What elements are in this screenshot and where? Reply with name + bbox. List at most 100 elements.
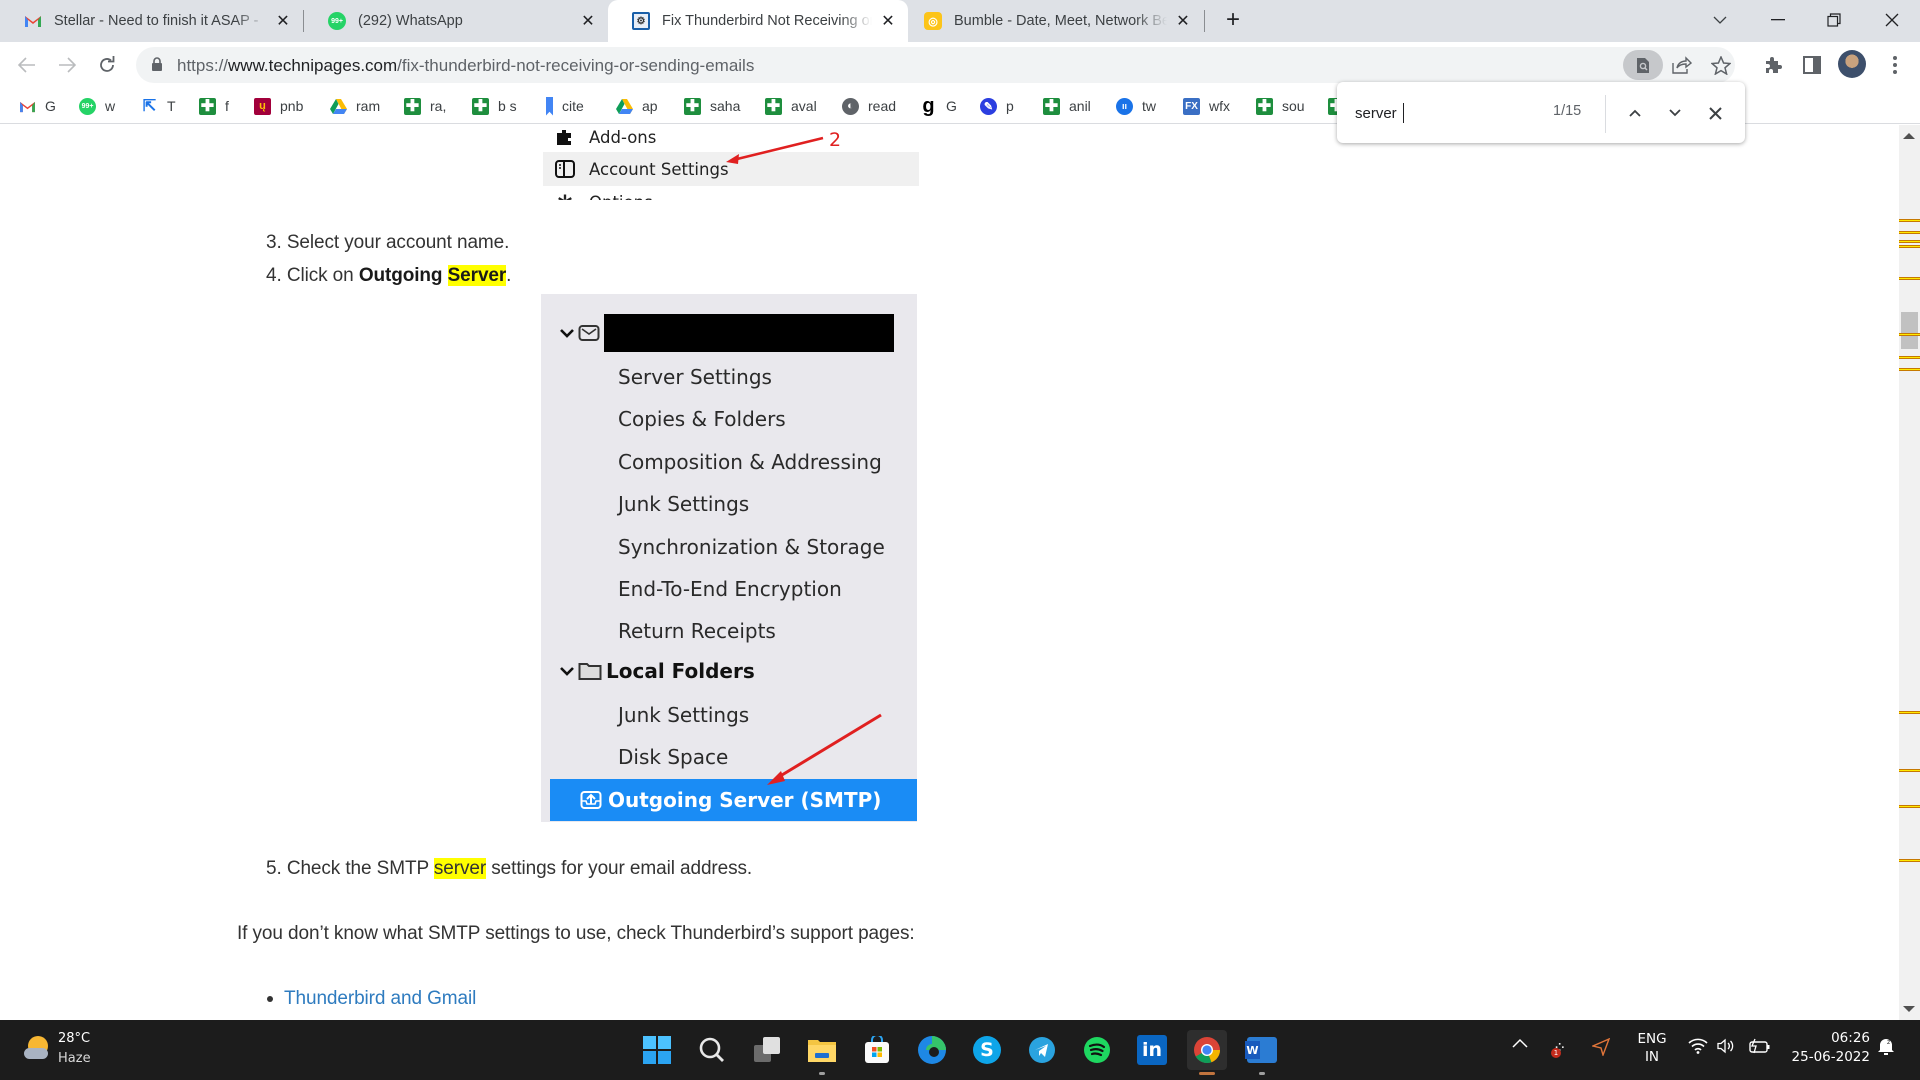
notification-bell-icon[interactable]: z [1877, 1036, 1895, 1056]
tab-title: (292) WhatsApp [358, 13, 463, 29]
language-indicator[interactable]: ENG IN [1637, 1031, 1667, 1065]
active-indicator [1199, 1072, 1215, 1075]
page-content: Add-ons Account Settings ✲ Options 2 3. … [0, 125, 1899, 1020]
bookmark-item[interactable]: ✚ b s [472, 96, 517, 116]
whatsapp-icon: 99+ [328, 12, 346, 30]
volume-icon[interactable] [1717, 1038, 1737, 1054]
minimize-button[interactable] [1750, 0, 1806, 40]
linkedin-icon[interactable]: in [1132, 1030, 1172, 1070]
link-thunderbird-gmail[interactable]: Thunderbird and Gmail [284, 988, 476, 1009]
gmail-icon [24, 12, 42, 30]
weather-icon[interactable] [24, 1036, 50, 1062]
bookmark-item[interactable]: ram [330, 96, 380, 116]
tab-title: Fix Thunderbird Not Receiving or [662, 13, 872, 29]
bookmark-item[interactable]: G [19, 96, 56, 116]
step-3: 3. Select your account name. [266, 232, 510, 253]
bookmark-star-icon[interactable] [1706, 50, 1736, 80]
chrome-icon[interactable] [1187, 1030, 1227, 1075]
annotation-number: 2 [829, 129, 842, 151]
wifi-icon[interactable] [1688, 1038, 1708, 1054]
bookmark-item[interactable]: ◐ read [842, 96, 896, 116]
find-result-marker [1899, 805, 1920, 808]
skype-icon[interactable]: S [967, 1030, 1007, 1070]
bookmark-item[interactable]: ✚ anil [1043, 96, 1091, 116]
find-result-marker [1899, 769, 1920, 772]
running-indicator [1259, 1072, 1265, 1075]
sheets-icon: ✚ [1043, 97, 1060, 115]
restore-button[interactable] [1806, 0, 1862, 40]
sheets-icon: ✚ [1256, 97, 1273, 115]
word-icon[interactable]: W [1242, 1030, 1282, 1075]
bookmark-item[interactable]: ✚ aval [765, 96, 817, 116]
tab-technipages[interactable]: ⚙ Fix Thunderbird Not Receiving or ✕ [608, 0, 908, 42]
bookmark-item[interactable]: ıı tw [1116, 96, 1156, 116]
pnb-icon: ų [254, 97, 271, 115]
tab-title: Bumble - Date, Meet, Network Be [954, 13, 1167, 29]
edge-icon[interactable] [912, 1030, 952, 1070]
show-hidden-icons[interactable] [1512, 1038, 1528, 1048]
forward-button[interactable] [50, 48, 84, 82]
bookmark-item[interactable]: ✚ f [199, 96, 229, 116]
url-text[interactable]: https://www.technipages.com/fix-thunderb… [177, 56, 754, 76]
clock[interactable]: 06:26 25-06-2022 [1786, 1030, 1870, 1065]
dropbox-icon[interactable]: ⁘ 1 [1551, 1038, 1566, 1058]
spotify-icon[interactable] [1077, 1030, 1117, 1070]
scroll-down-arrow[interactable] [1903, 1006, 1915, 1012]
scroll-thumb[interactable] [1901, 312, 1918, 349]
find-input[interactable] [1355, 101, 1535, 125]
task-view-icon[interactable] [747, 1030, 787, 1070]
support-link-item: Thunderbird and Gmail [267, 988, 476, 1010]
close-tab-icon[interactable]: ✕ [1173, 11, 1193, 31]
bookmark-item[interactable]: ap [616, 96, 658, 116]
telegram-icon[interactable] [1022, 1030, 1062, 1070]
grammarly-g-icon: g [922, 94, 935, 117]
bookmark-item[interactable]: 99+ w [79, 96, 115, 116]
bookmark-item[interactable]: ✚ ra, [404, 96, 446, 116]
close-window-button[interactable] [1864, 0, 1920, 40]
close-tab-icon[interactable]: ✕ [273, 11, 293, 31]
tab-search-button[interactable] [1692, 0, 1748, 40]
tab-bumble[interactable]: ◎ Bumble - Date, Meet, Network Be ✕ [900, 0, 1203, 42]
find-result-marker [1899, 356, 1920, 359]
scroll-up-arrow[interactable] [1903, 133, 1915, 139]
find-in-page-icon[interactable] [1623, 50, 1663, 80]
tab-whatsapp[interactable]: 99+ (292) WhatsApp ✕ [304, 0, 608, 42]
tab-gmail[interactable]: Stellar - Need to finish it ASAP - ✕ [0, 0, 303, 42]
bookmark-item[interactable]: gG [920, 94, 957, 117]
find-next-button[interactable] [1661, 99, 1689, 127]
find-previous-button[interactable] [1621, 99, 1649, 127]
new-tab-button[interactable]: + [1205, 0, 1261, 40]
file-explorer-icon[interactable] [802, 1030, 842, 1075]
bookmark-item[interactable]: ⇱ T [141, 96, 176, 116]
bookmark-item[interactable]: FX wfx [1183, 96, 1230, 116]
menu-icon[interactable] [1884, 54, 1906, 76]
side-panel-icon[interactable] [1801, 54, 1823, 76]
close-tab-icon[interactable]: ✕ [578, 11, 598, 31]
annotation-arrow [767, 713, 882, 785]
technipages-icon: ⚙ [632, 12, 650, 30]
search-icon[interactable] [692, 1030, 732, 1070]
start-icon[interactable] [637, 1030, 677, 1070]
bookmark-item[interactable]: ų pnb [254, 96, 303, 116]
battery-icon[interactable] [1749, 1038, 1771, 1054]
store-icon[interactable] [857, 1030, 897, 1070]
bookmark-item[interactable]: ✚ saha [684, 96, 740, 116]
bookmark-item[interactable]: ✎ p [980, 96, 1014, 116]
reload-button[interactable] [90, 48, 124, 82]
address-bar[interactable]: https://www.technipages.com/fix-thunderb… [136, 47, 1735, 83]
vertical-scrollbar[interactable] [1899, 125, 1920, 1020]
support-paragraph: If you don’t know what SMTP settings to … [237, 923, 915, 944]
tab-title: Stellar - Need to finish it ASAP - [54, 13, 259, 29]
extensions-icon[interactable] [1762, 54, 1784, 76]
sheets-icon: ✚ [684, 97, 701, 115]
find-close-button[interactable] [1701, 99, 1729, 127]
share-icon[interactable] [1667, 50, 1697, 80]
location-icon[interactable] [1592, 1038, 1610, 1056]
profile-avatar[interactable] [1838, 50, 1866, 78]
bookmark-item[interactable]: ✚ sou [1256, 96, 1305, 116]
close-tab-icon[interactable]: ✕ [878, 11, 898, 31]
back-button[interactable] [10, 48, 44, 82]
drive-icon [616, 98, 633, 115]
bookmark-item[interactable]: cite [546, 96, 584, 116]
find-result-marker [1899, 859, 1920, 862]
